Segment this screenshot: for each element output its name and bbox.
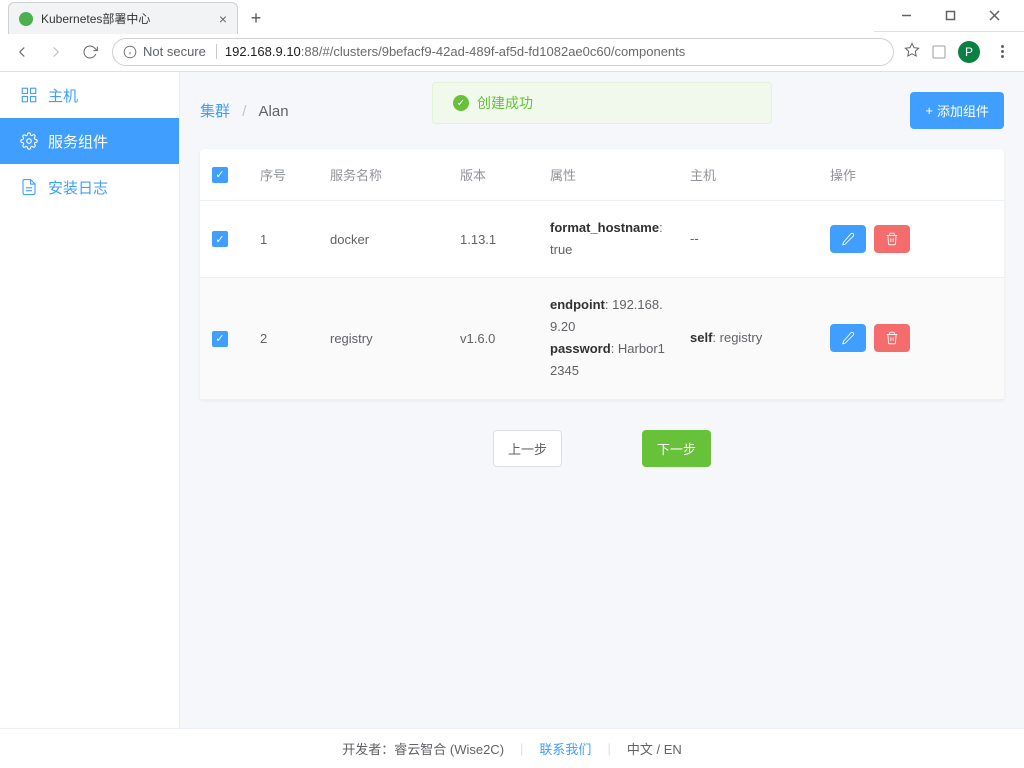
cell-version: 1.13.1 (448, 201, 538, 278)
browser-tabbar: Kubernetes部署中心 × + (0, 0, 874, 36)
prev-step-button[interactable]: 上一步 (493, 430, 562, 467)
delete-button[interactable] (874, 324, 910, 352)
sidebar-item-logs[interactable]: 安装日志 (0, 164, 179, 210)
breadcrumb: 集群 / Alan (200, 100, 289, 121)
row-checkbox[interactable]: ✓ (212, 331, 228, 347)
breadcrumb-current: Alan (259, 103, 289, 120)
document-icon (20, 178, 38, 196)
reload-button[interactable] (78, 40, 102, 64)
col-props: 属性 (538, 149, 678, 201)
col-host: 主机 (678, 149, 818, 201)
table-row: ✓ 2registryv1.6.0endpoint: 192.168.9.20pa… (200, 278, 1004, 399)
tab-title: Kubernetes部署中心 (41, 10, 211, 27)
edit-icon (841, 331, 855, 345)
cell-host: self: registry (678, 278, 818, 399)
main-content: ✓ 创建成功 集群 / Alan + 添加组件 ✓ 序号 服务名称 (180, 72, 1024, 728)
check-circle-icon: ✓ (453, 95, 469, 111)
components-table-card: ✓ 序号 服务名称 版本 属性 主机 操作 ✓ 1docker1.13.1form… (200, 149, 1004, 400)
cell-ops (818, 278, 1004, 399)
add-button-label: 添加组件 (937, 101, 989, 120)
cell-index: 1 (248, 201, 318, 278)
cell-ops (818, 201, 1004, 278)
browser-menu-button[interactable] (990, 40, 1014, 64)
back-button[interactable] (10, 40, 34, 64)
cell-name: docker (318, 201, 448, 278)
insecure-label: Not secure (143, 44, 206, 59)
address-bar[interactable]: Not secure 192.168.9.10:88/#/clusters/9b… (112, 38, 894, 66)
delete-button[interactable] (874, 225, 910, 253)
select-all-checkbox[interactable]: ✓ (212, 167, 228, 183)
col-version: 版本 (448, 149, 538, 201)
cell-version: v1.6.0 (448, 278, 538, 399)
col-ops: 操作 (818, 149, 1004, 201)
info-icon (123, 45, 137, 59)
toast-message: 创建成功 (477, 93, 533, 113)
cell-index: 2 (248, 278, 318, 399)
trash-icon (885, 232, 899, 246)
wizard-pager: 上一步 下一步 (200, 400, 1004, 497)
cell-props: endpoint: 192.168.9.20password: Harbor12… (538, 278, 678, 399)
sidebar-label: 服务组件 (48, 131, 108, 152)
trash-icon (885, 331, 899, 345)
sidebar-item-hosts[interactable]: 主机 (0, 72, 179, 118)
edit-icon (841, 232, 855, 246)
new-tab-button[interactable]: + (242, 4, 270, 32)
forward-button[interactable] (44, 40, 68, 64)
success-toast: ✓ 创建成功 (432, 82, 772, 124)
favicon-icon (19, 12, 33, 26)
url-text: 192.168.9.10:88/#/clusters/9befacf9-42ad… (225, 44, 685, 59)
edit-button[interactable] (830, 225, 866, 253)
extension-icon[interactable] (930, 43, 948, 61)
contact-link[interactable]: 联系我们 (539, 739, 591, 758)
close-tab-icon[interactable]: × (219, 11, 227, 27)
lang-switch[interactable]: 中文 / EN (627, 739, 682, 758)
sidebar-item-components[interactable]: 服务组件 (0, 118, 179, 164)
components-table: ✓ 序号 服务名称 版本 属性 主机 操作 ✓ 1docker1.13.1form… (200, 149, 1004, 400)
breadcrumb-root[interactable]: 集群 (200, 103, 230, 120)
sidebar-label: 主机 (48, 85, 78, 106)
profile-avatar[interactable]: P (958, 41, 980, 63)
security-indicator[interactable]: Not secure (123, 44, 217, 59)
edit-button[interactable] (830, 324, 866, 352)
footer: 开发者：睿云智合 (Wise2C) | 联系我们 | 中文 / EN (0, 728, 1024, 768)
sidebar: 主机 服务组件 安装日志 (0, 72, 180, 728)
next-step-button[interactable]: 下一步 (642, 430, 711, 467)
minimize-button[interactable] (884, 2, 928, 30)
table-row: ✓ 1docker1.13.1format_hostname: true-- (200, 201, 1004, 278)
close-window-button[interactable] (972, 2, 1016, 30)
gear-icon (20, 132, 38, 150)
maximize-button[interactable] (928, 2, 972, 30)
row-checkbox[interactable]: ✓ (212, 231, 228, 247)
grid-icon (20, 86, 38, 104)
footer-dev: 开发者：睿云智合 (Wise2C) (342, 739, 504, 758)
plus-icon: + (925, 103, 933, 118)
browser-tab[interactable]: Kubernetes部署中心 × (8, 2, 238, 34)
cell-props: format_hostname: true (538, 201, 678, 278)
breadcrumb-sep: / (242, 103, 246, 120)
col-name: 服务名称 (318, 149, 448, 201)
col-index: 序号 (248, 149, 318, 201)
cell-name: registry (318, 278, 448, 399)
bookmark-button[interactable] (904, 42, 920, 61)
app-root: 主机 服务组件 安装日志 ✓ 创建成功 集群 / Alan + 添加组件 (0, 72, 1024, 728)
sidebar-label: 安装日志 (48, 177, 108, 198)
cell-host: -- (678, 201, 818, 278)
add-component-button[interactable]: + 添加组件 (910, 92, 1004, 129)
browser-toolbar: Not secure 192.168.9.10:88/#/clusters/9b… (0, 32, 1024, 72)
